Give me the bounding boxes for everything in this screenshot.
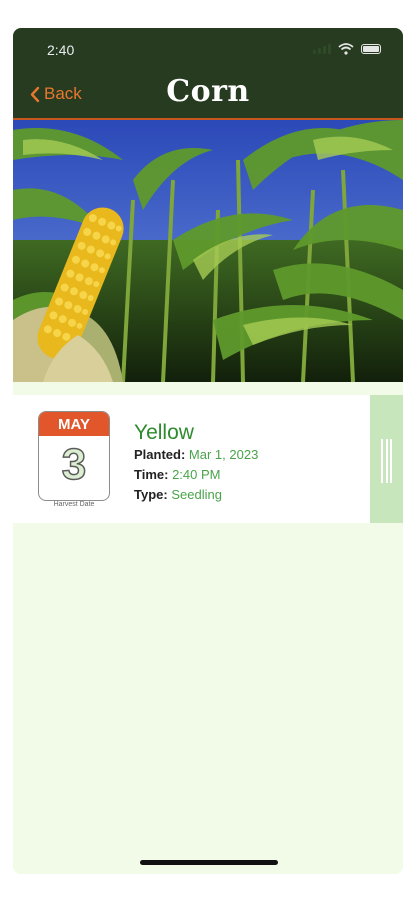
nav-header: 2:40 Back Corn — [13, 28, 403, 120]
phone-screen: 2:40 Back Corn MAY 3 Harvest Date Yellow… — [13, 28, 403, 874]
wifi-icon — [338, 43, 354, 55]
type-value: Seedling — [171, 487, 222, 502]
time-label: Time: — [134, 467, 169, 482]
harvest-calendar-icon: MAY 3 — [38, 411, 110, 501]
plant-variety: Yellow — [134, 421, 194, 444]
status-time: 2:40 — [47, 42, 75, 58]
home-indicator — [140, 860, 278, 865]
harvest-month: MAY — [39, 412, 109, 436]
planted-row: Planted: Mar 1, 2023 — [134, 447, 258, 462]
battery-icon — [361, 44, 381, 54]
page-title: Corn — [166, 74, 250, 109]
corn-field-photo — [13, 120, 403, 382]
type-row: Type: Seedling — [134, 487, 222, 502]
plant-card[interactable]: MAY 3 Harvest Date Yellow Planted: Mar 1… — [13, 395, 370, 523]
harvest-day: 3 — [61, 439, 87, 490]
time-value: 2:40 PM — [172, 467, 221, 482]
swipe-handle[interactable] — [370, 395, 403, 523]
drag-handle-icon — [381, 439, 392, 483]
planted-value: Mar 1, 2023 — [188, 447, 259, 462]
planted-label: Planted: — [134, 447, 186, 462]
status-icons — [313, 43, 381, 55]
type-label: Type: — [134, 487, 168, 502]
harvest-caption: Harvest Date — [53, 501, 95, 508]
time-row: Time: 2:40 PM — [134, 467, 220, 482]
signal-icon — [313, 44, 331, 54]
